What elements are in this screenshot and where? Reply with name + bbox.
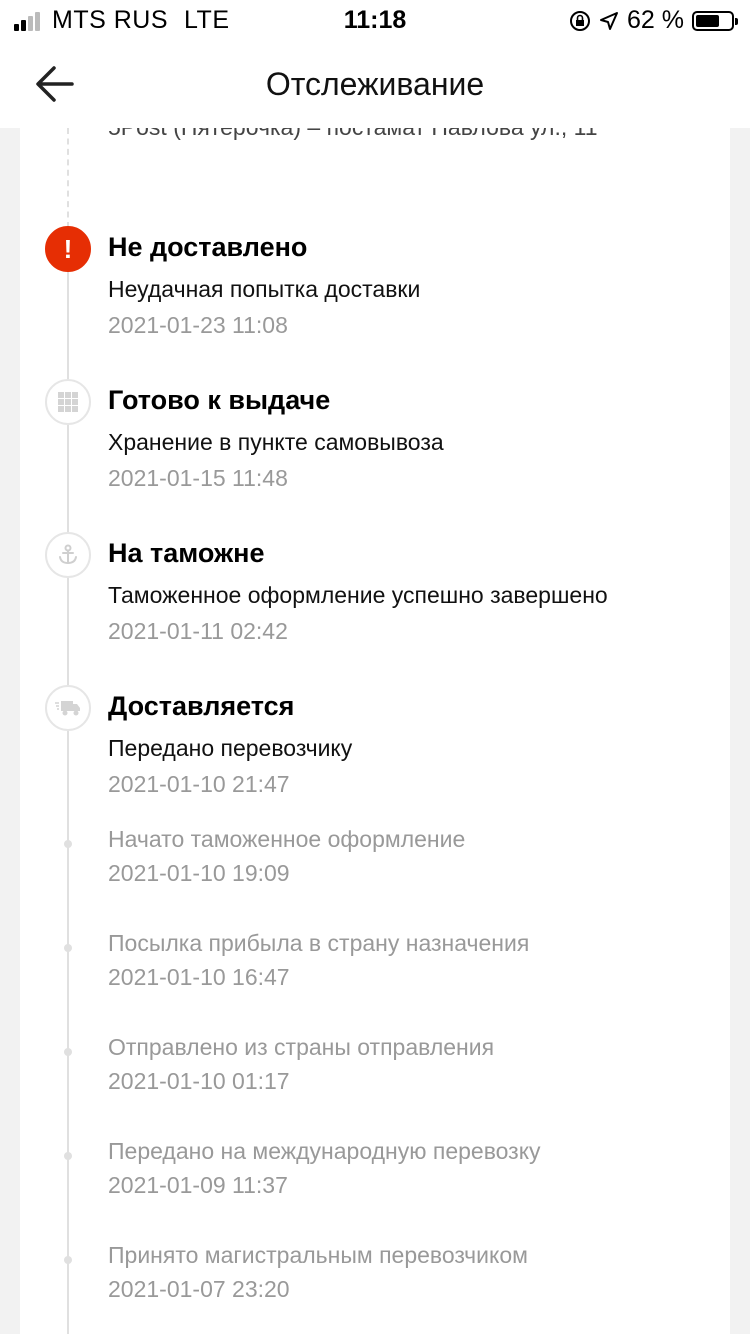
event-time: 2021-01-15 11:48 [108, 465, 288, 491]
event-description: Принято магистральным перевозчиком [108, 1242, 528, 1268]
navigation-bar: Отслеживание [0, 40, 750, 128]
anchor-icon [45, 532, 91, 578]
timeline-dot [64, 1152, 72, 1160]
event-description: Хранение в пункте самовывоза [108, 429, 444, 455]
event-time: 2021-01-23 11:08 [108, 312, 288, 338]
event-time: 2021-01-10 01:17 [108, 1068, 290, 1094]
event-description: Посылка прибыла в страну назначения [108, 930, 530, 956]
event-description: Передано на международную перевозку [108, 1138, 541, 1164]
event-description: Передано перевозчику [108, 735, 353, 761]
tracking-timeline: 5Post (Пятерочка) – постамат Павлова ул.… [20, 128, 730, 1334]
event-description: Неудачная попытка доставки [108, 276, 421, 302]
timeline-dot [64, 840, 72, 848]
event-time: 2021-01-10 21:47 [108, 771, 290, 797]
event-title: Готово к выдаче [108, 385, 331, 415]
event-description: Таможенное оформление успешно завершено [108, 582, 608, 608]
timeline-dashed-connector [67, 128, 69, 228]
status-indicators: 62 % [569, 6, 738, 35]
status-bar: MTS RUS LTE 11:18 62 % [0, 0, 750, 40]
event-description: Отправлено из страны отправления [108, 1034, 495, 1060]
orientation-lock-icon [570, 10, 591, 31]
event-time: 2021-01-10 16:47 [108, 964, 290, 990]
event-title: Доставляется [108, 691, 295, 721]
timeline-dot [64, 1048, 72, 1056]
alert-icon: ! [45, 226, 91, 272]
event-time: 2021-01-09 11:37 [108, 1172, 288, 1198]
event-time: 2021-01-07 23:20 [108, 1276, 290, 1302]
event-description: Начато таможенное оформление [108, 826, 466, 852]
timeline-dot [64, 1256, 72, 1264]
pickup-address: 5Post (Пятерочка) – постамат Павлова ул.… [108, 128, 598, 141]
event-title: На таможне [108, 538, 265, 568]
parcel-locker-icon [45, 379, 91, 425]
truck-icon [45, 685, 91, 731]
page-title: Отслеживание [265, 66, 485, 102]
event-time: 2021-01-11 02:42 [108, 618, 288, 644]
battery-icon [692, 10, 738, 31]
timeline-dot [64, 944, 72, 952]
event-time: 2021-01-10 19:09 [108, 860, 290, 886]
location-icon [600, 11, 619, 30]
event-title: Не доставлено [108, 232, 308, 262]
battery-percent: 62 % [627, 6, 684, 34]
